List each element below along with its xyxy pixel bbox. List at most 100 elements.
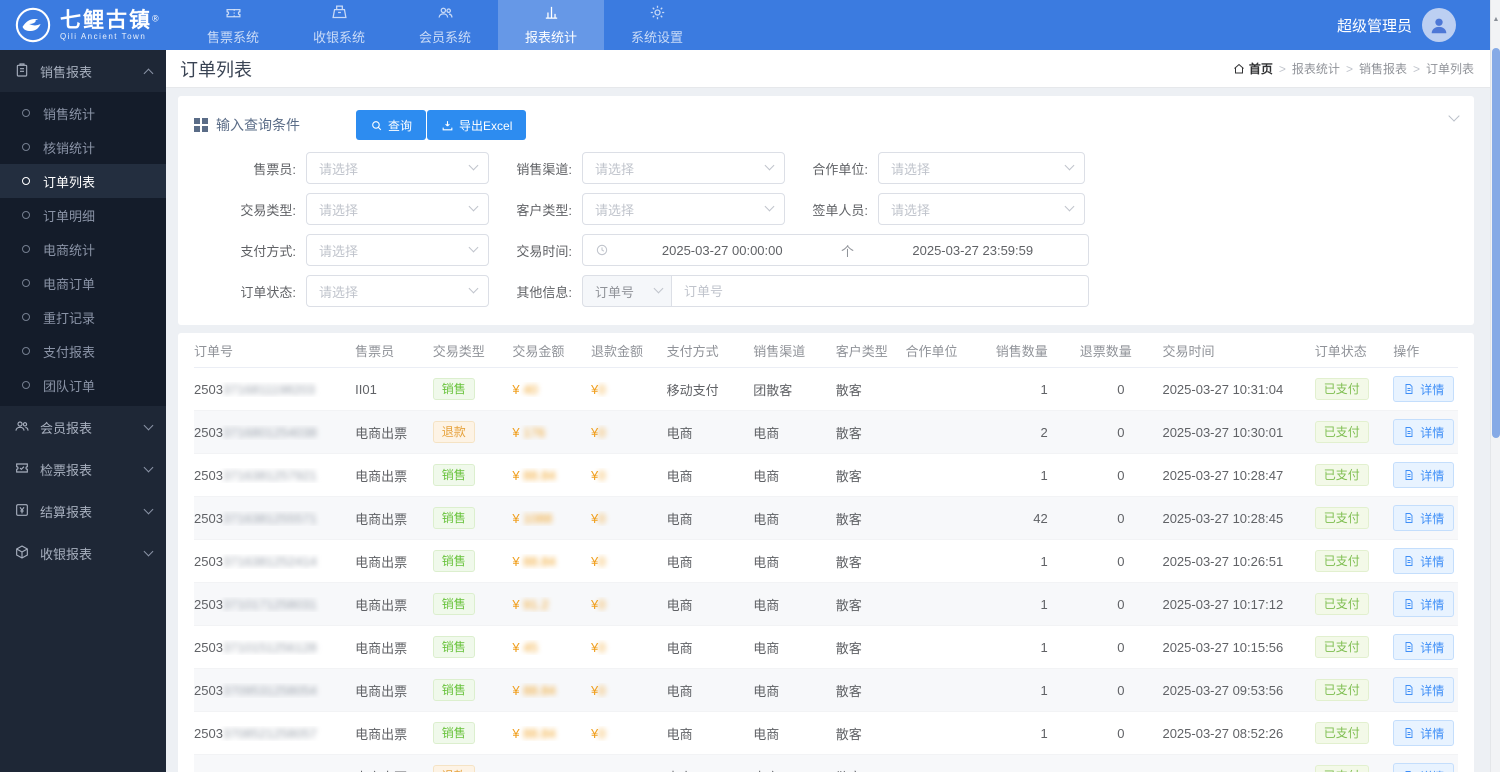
sidebar-section-ticket-check-reports[interactable]: 检票报表: [0, 448, 166, 490]
detail-button[interactable]: 详情: [1393, 419, 1454, 445]
clock-icon: [595, 243, 609, 257]
sidebar: 销售报表 销售统计 核销统计 订单列表 订单明细 电商统计 电商订单 重打记录 …: [0, 50, 166, 772]
gear-icon: [649, 4, 666, 24]
signer-select[interactable]: 请选择: [878, 193, 1085, 225]
detail-button[interactable]: 详情: [1393, 763, 1454, 772]
breadcrumb-item-reports[interactable]: 报表统计: [1292, 60, 1340, 77]
sidebar-item-order-details[interactable]: 订单明细: [0, 198, 166, 232]
channel-select[interactable]: 请选择: [582, 152, 785, 184]
brand-registered-mark: ®: [152, 14, 159, 24]
detail-button-label: 详情: [1420, 768, 1444, 772]
customer-type-cell: 散客: [836, 380, 906, 399]
sidebar-item-ecommerce-orders[interactable]: 电商订单: [0, 266, 166, 300]
detail-button[interactable]: 详情: [1393, 548, 1454, 574]
scroll-up-icon[interactable]: ▲: [1491, 16, 1500, 23]
user-name: 超级管理员: [1337, 15, 1412, 36]
amount-value: 88.84: [523, 554, 556, 569]
detail-button[interactable]: 详情: [1393, 677, 1454, 703]
seller-cell: 电商出票: [355, 724, 433, 743]
channel-cell: 电商: [753, 638, 836, 657]
seller-select[interactable]: 请选择: [306, 152, 489, 184]
user-menu[interactable]: 超级管理员: [1337, 0, 1500, 50]
sidebar-item-verification-stats[interactable]: 核销统计: [0, 130, 166, 164]
table-row: 25033710171258031 电商出票 销售 ¥ 91.2 ¥0 电商 电…: [194, 583, 1458, 626]
sidebar-item-team-orders[interactable]: 团队订单: [0, 368, 166, 402]
export-excel-button[interactable]: 导出Excel: [427, 110, 526, 140]
document-icon: [1403, 684, 1415, 696]
detail-button[interactable]: 详情: [1393, 376, 1454, 402]
order-number: 2503: [194, 597, 223, 612]
nav-item-member[interactable]: 会员系统: [392, 0, 498, 50]
bullet-ring-icon: [22, 177, 30, 185]
download-icon: [441, 119, 454, 132]
customer-type-select[interactable]: 请选择: [582, 193, 785, 225]
search-button[interactable]: 查询: [356, 110, 426, 140]
order-number-masked: 3710171258031: [223, 597, 317, 612]
nav-item-cashier[interactable]: 收银系统: [286, 0, 392, 50]
bullet-ring-icon: [22, 347, 30, 355]
page-scrollbar: ▲: [1490, 0, 1500, 772]
nav-item-settings[interactable]: 系统设置: [604, 0, 710, 50]
end-time-value[interactable]: 2025-03-27 23:59:59: [868, 243, 1079, 258]
detail-button[interactable]: 详情: [1393, 634, 1454, 660]
customer-type-cell: 散客: [836, 724, 906, 743]
detail-button[interactable]: 详情: [1393, 462, 1454, 488]
seller-label: 售票员:: [194, 159, 306, 178]
trade-time-label: 交易时间:: [489, 241, 582, 260]
scrollbar-thumb[interactable]: [1492, 48, 1500, 438]
breadcrumb-item-order-list: 订单列表: [1426, 60, 1474, 77]
partner-select[interactable]: 请选择: [878, 152, 1085, 184]
trade-time-cell: 2025-03-27 10:30:01: [1162, 425, 1314, 440]
pay-method-select[interactable]: 请选择: [306, 234, 489, 266]
bullet-ring-icon: [22, 313, 30, 321]
refund-qty-cell: 0: [1080, 597, 1163, 612]
refund-qty-cell: 0: [1080, 640, 1163, 655]
order-number-input[interactable]: [672, 275, 1089, 307]
status-badge: 已支付: [1315, 593, 1369, 615]
sidebar-item-sales-stats[interactable]: 销售统计: [0, 96, 166, 130]
trade-time-cell: 2025-03-27 10:26:51: [1162, 554, 1314, 569]
detail-button[interactable]: 详情: [1393, 505, 1454, 531]
detail-button[interactable]: 详情: [1393, 720, 1454, 746]
time-range-picker[interactable]: 2025-03-27 00:00:00 个 2025-03-27 23:59:5…: [582, 234, 1089, 266]
pay-method-cell: 电商: [667, 595, 754, 614]
trade-type-select[interactable]: 请选择: [306, 193, 489, 225]
order-number-masked: 3716381257921: [223, 468, 317, 483]
sidebar-item-order-list[interactable]: 订单列表: [0, 164, 166, 198]
customer-type-cell: 散客: [836, 767, 906, 772]
channel-cell: 电商: [753, 681, 836, 700]
status-badge: 已支付: [1315, 679, 1369, 701]
sidebar-item-reprint-records[interactable]: 重打记录: [0, 300, 166, 334]
order-number-masked: 3708521258057: [223, 726, 317, 741]
brand-logo-icon: [14, 6, 52, 44]
sidebar-section-settlement-reports[interactable]: 结算报表: [0, 490, 166, 532]
sidebar-section-cashier-reports[interactable]: 收银报表: [0, 532, 166, 574]
order-number: 2503: [194, 511, 223, 526]
start-time-value[interactable]: 2025-03-27 00:00:00: [617, 243, 828, 258]
breadcrumb-item-sales-reports[interactable]: 销售报表: [1359, 60, 1407, 77]
sidebar-item-payment-reports[interactable]: 支付报表: [0, 334, 166, 368]
sidebar-section-member-reports[interactable]: 会员报表: [0, 406, 166, 448]
sidebar-section-sales-reports[interactable]: 销售报表: [0, 50, 166, 92]
other-info-select[interactable]: 订单号: [582, 275, 672, 307]
detail-button-label: 详情: [1420, 553, 1444, 570]
breadcrumb-home[interactable]: 首页: [1233, 60, 1273, 77]
pay-method-cell: 电商: [667, 509, 754, 528]
home-icon: [1233, 63, 1245, 75]
page-title: 订单列表: [180, 56, 252, 82]
avatar[interactable]: [1422, 8, 1456, 42]
nav-item-ticketing[interactable]: 售票系统: [180, 0, 286, 50]
refund-value: 0: [598, 726, 605, 741]
chart-icon: [543, 4, 560, 24]
pay-method-cell: 电商: [667, 638, 754, 657]
refund-qty-cell: 0: [1080, 382, 1163, 397]
chevron-down-icon: [1065, 202, 1075, 212]
order-status-select[interactable]: 请选择: [306, 275, 489, 307]
detail-button[interactable]: 详情: [1393, 591, 1454, 617]
detail-button-label: 详情: [1420, 596, 1444, 613]
nav-item-reports[interactable]: 报表统计: [498, 0, 604, 50]
topbar: 七鲤古镇® Qili Ancient Town 售票系统 收银系统 会员系统 报…: [0, 0, 1500, 50]
bullet-ring-icon: [22, 211, 30, 219]
sidebar-item-ecommerce-stats[interactable]: 电商统计: [0, 232, 166, 266]
table-row: 25033710151256128 电商出票 销售 ¥ 45 ¥0 电商 电商 …: [194, 626, 1458, 669]
